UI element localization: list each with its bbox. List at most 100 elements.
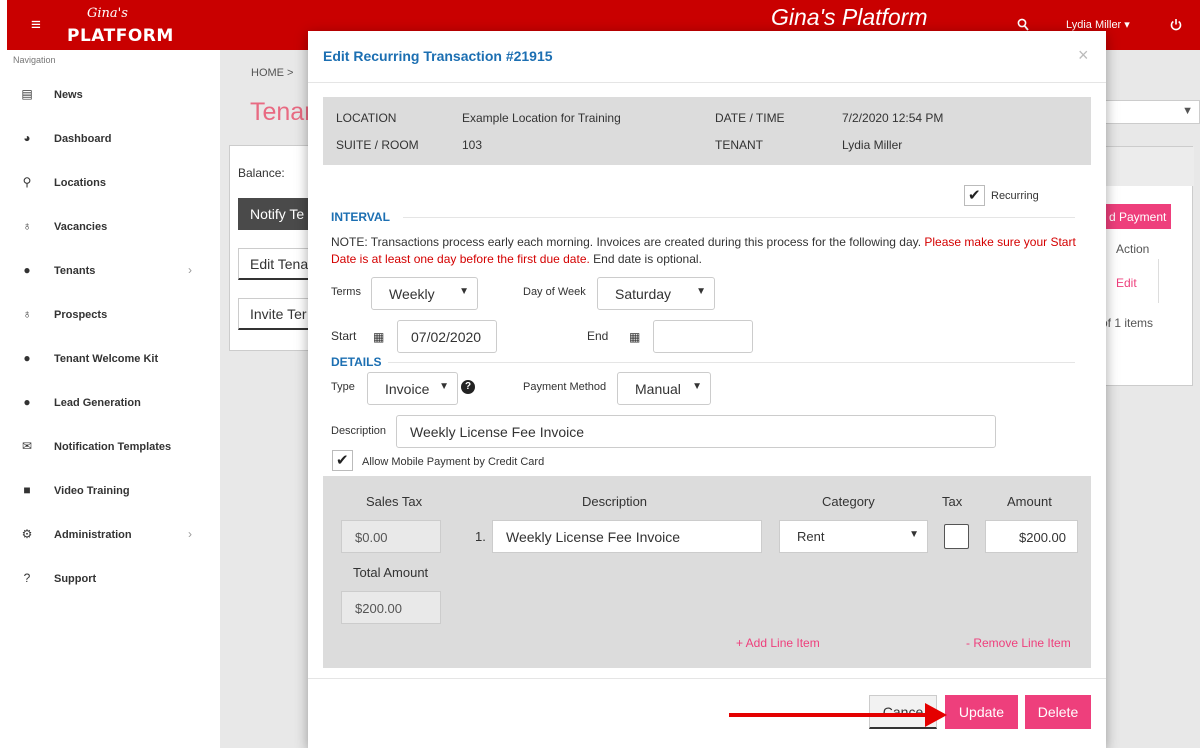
description-label: Description (331, 425, 387, 437)
divider (388, 362, 1075, 363)
location-value: Example Location for Training (462, 111, 621, 125)
chevron-down-icon: ▼ (1182, 105, 1193, 117)
sidebar-item-prospects[interactable]: ♁ Prospects (0, 293, 220, 337)
add-payment-button[interactable]: d Payment (1101, 204, 1171, 229)
annotation-arrow (729, 713, 927, 717)
description-input[interactable]: Weekly License Fee Invoice (396, 415, 996, 448)
terms-select[interactable]: Weekly ▼ (371, 277, 478, 310)
calendar-icon[interactable]: ▦ (629, 330, 640, 344)
interval-heading: INTERVAL (331, 210, 390, 224)
user-menu[interactable]: Lydia Miller ▾ (1066, 18, 1130, 31)
amount-input[interactable]: $200.00 (985, 520, 1078, 553)
update-button[interactable]: Update (945, 695, 1018, 729)
chevron-down-icon: ▼ (909, 529, 919, 540)
page-title: Tenar (250, 98, 313, 126)
chevron-down-icon: ▼ (696, 286, 706, 297)
help-icon[interactable]: ? (461, 380, 475, 394)
power-icon[interactable] (1170, 18, 1182, 34)
sidebar-item-notification-templates[interactable]: ✉ Notification Templates (0, 425, 220, 469)
amount-header: Amount (1007, 494, 1052, 509)
column-divider (1158, 259, 1159, 303)
day-of-week-select[interactable]: Saturday ▼ (597, 277, 715, 310)
sidebar-item-administration[interactable]: ⚙ Administration › (0, 513, 220, 557)
line-items-panel: Sales Tax Description Category Tax Amoun… (323, 476, 1091, 668)
total-amount-label: Total Amount (353, 565, 429, 580)
suite-label: SUITE / ROOM (336, 138, 419, 152)
sidebar-item-label: Lead Generation (54, 397, 141, 409)
divider (308, 82, 1106, 83)
video-icon: ■ (23, 483, 31, 497)
suite-value: 103 (462, 138, 483, 152)
delete-button[interactable]: Delete (1025, 695, 1091, 729)
sidebar-item-label: Video Training (54, 485, 130, 497)
close-icon[interactable]: × (1078, 45, 1089, 66)
sidebar-item-locations[interactable]: ⚲ Locations (0, 161, 220, 205)
tenant-value: Lydia Miller (842, 138, 903, 152)
sidebar-item-video-training[interactable]: ■ Video Training (0, 469, 220, 513)
sidebar-item-label: Support (54, 573, 97, 585)
annotation-arrow-head (925, 703, 947, 727)
location-label: LOCATION (336, 111, 397, 125)
card-header (1101, 147, 1194, 186)
tenant-card: Balance: Notify Te Edit Tena Invite Ter (229, 145, 328, 351)
mobile-payment-label: Allow Mobile Payment by Credit Card (362, 456, 545, 468)
sidebar-item-lead-generation[interactable]: ● Lead Generation (0, 381, 220, 425)
menu-icon[interactable]: ≡ (31, 16, 41, 33)
start-label: Start (331, 329, 357, 343)
sidebar-item-label: Tenant Welcome Kit (54, 353, 159, 365)
logo[interactable]: PLATFORM (67, 26, 174, 46)
sidebar-item-dashboard[interactable]: ◕ Dashboard (0, 117, 220, 161)
sidebar-item-label: Administration (54, 529, 132, 541)
sidebar-item-label: Locations (54, 177, 106, 189)
user-icon: ● (23, 395, 31, 409)
pager-info: of 1 items (1101, 316, 1154, 330)
type-value: Invoice (385, 381, 430, 397)
sidebar-item-vacancies[interactable]: ♁ Vacancies (0, 205, 220, 249)
modal-title: Edit Recurring Transaction #21915 (323, 48, 553, 64)
note-text: NOTE: Transactions process early each mo… (331, 235, 925, 249)
payment-method-select[interactable]: Manual ▼ (617, 372, 711, 405)
sidebar-item-label: Vacancies (54, 221, 108, 233)
tax-checkbox[interactable] (944, 524, 969, 549)
sidebar-item-label: Prospects (54, 309, 108, 321)
sidebar-item-label: Tenants (54, 265, 96, 277)
divider (308, 678, 1106, 679)
transactions-card: d Payment Action Edit of 1 items (1100, 146, 1194, 386)
edit-link[interactable]: Edit (1116, 276, 1137, 290)
line-number: 1. (475, 529, 486, 544)
terms-value: Weekly (389, 286, 435, 302)
tax-header: Tax (942, 494, 963, 509)
action-column-header: Action (1116, 242, 1150, 256)
calendar-icon[interactable]: ▦ (373, 330, 384, 344)
sidebar-item-label: Dashboard (54, 133, 112, 145)
filter-select[interactable]: ▼ (1100, 100, 1200, 124)
start-date-input[interactable]: 07/02/2020 (397, 320, 497, 353)
payment-method-value: Manual (635, 381, 681, 397)
line-description-input[interactable]: Weekly License Fee Invoice (492, 520, 762, 553)
end-date-input[interactable] (653, 320, 753, 353)
category-select[interactable]: Rent ▼ (779, 520, 928, 553)
datetime-label: DATE / TIME (715, 111, 785, 125)
type-label: Type (331, 381, 355, 393)
category-value: Rent (797, 529, 825, 544)
sidebar-item-tenants[interactable]: ● Tenants › (0, 249, 220, 293)
sidebar-item-news[interactable]: ▤ News (0, 73, 220, 117)
type-select[interactable]: Invoice ▼ (367, 372, 458, 405)
recurring-checkbox[interactable]: ✔ (964, 185, 985, 206)
sidebar-item-tenant-welcome-kit[interactable]: ● Tenant Welcome Kit (0, 337, 220, 381)
sidebar-item-label: Notification Templates (54, 441, 172, 453)
transaction-info: LOCATION Example Location for Training D… (323, 97, 1091, 165)
add-line-item-link[interactable]: + Add Line Item (736, 636, 820, 650)
brand-title: Gina's Platform (771, 4, 928, 30)
gear-icon: ⚙ (21, 527, 33, 541)
divider (403, 217, 1075, 218)
checkmark-icon: ✔ (968, 187, 981, 204)
sales-tax-value: $0.00 (341, 520, 441, 553)
user-icon: ● (23, 351, 31, 365)
breadcrumb[interactable]: HOME > (251, 67, 293, 79)
sidebar-item-support[interactable]: ? Support (0, 557, 220, 601)
newspaper-icon: ▤ (21, 87, 33, 101)
remove-line-item-link[interactable]: - Remove Line Item (966, 636, 1071, 650)
question-icon: ? (23, 571, 31, 585)
mobile-payment-checkbox[interactable]: ✔ (332, 450, 353, 471)
